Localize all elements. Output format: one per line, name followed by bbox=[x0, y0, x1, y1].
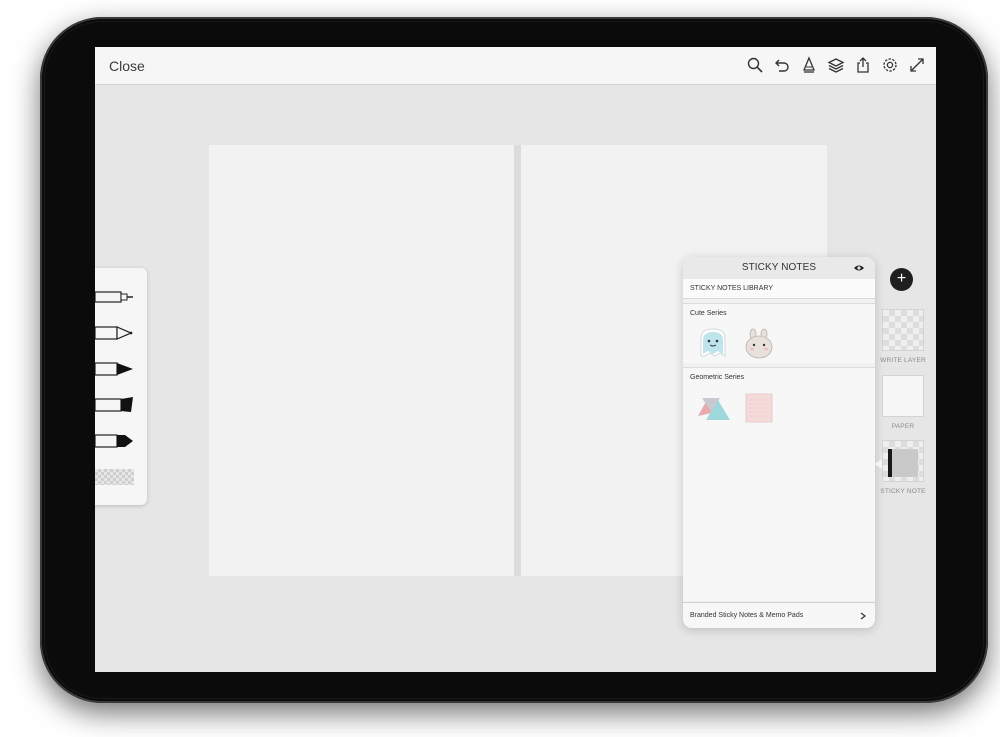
search-icon[interactable] bbox=[746, 56, 764, 74]
settings-icon[interactable] bbox=[881, 56, 899, 74]
layer-sticky-note[interactable] bbox=[882, 440, 924, 482]
marker-pen-icon[interactable] bbox=[95, 395, 135, 415]
branded-sticky-notes-link[interactable]: Branded Sticky Notes & Memo Pads bbox=[683, 602, 875, 628]
expand-icon[interactable] bbox=[908, 56, 926, 74]
cute-series-title: Cute Series bbox=[690, 310, 727, 317]
grid-note-icon[interactable] bbox=[742, 390, 776, 424]
geometric-series-section: Geometric Series bbox=[683, 367, 875, 601]
layer-sticky-note-label: STICKY NOTE bbox=[880, 488, 926, 495]
top-toolbar: Close bbox=[95, 47, 936, 85]
layer-paper[interactable] bbox=[882, 375, 924, 417]
sticky-notes-title: STICKY NOTES bbox=[741, 262, 817, 273]
share-icon[interactable] bbox=[854, 56, 872, 74]
layer-write-label: WRITE LAYER bbox=[880, 357, 926, 364]
sticky-notes-header: STICKY NOTES bbox=[683, 257, 875, 279]
undo-icon[interactable] bbox=[773, 56, 791, 74]
app-screen: Close STICKY NOTES STICKY NOTES LIBRARY … bbox=[95, 47, 936, 672]
close-button[interactable]: Close bbox=[109, 58, 145, 74]
branded-sticky-notes-label: Branded Sticky Notes & Memo Pads bbox=[690, 612, 804, 619]
active-layer-pointer bbox=[875, 459, 882, 469]
ballpoint-pen-icon[interactable] bbox=[95, 323, 135, 343]
geometric-series-title: Geometric Series bbox=[690, 374, 745, 381]
toolbar-icons bbox=[746, 56, 926, 74]
tablet-frame: Close STICKY NOTES STICKY NOTES LIBRARY … bbox=[40, 17, 988, 703]
notebook-spine bbox=[514, 145, 521, 576]
notebook-page-left[interactable] bbox=[209, 145, 514, 576]
cute-series-section: Cute Series bbox=[683, 303, 875, 363]
pen-nib-icon[interactable] bbox=[800, 56, 818, 74]
sticky-notes-panel: STICKY NOTES STICKY NOTES LIBRARY Cute S… bbox=[683, 257, 875, 628]
triangle-notes-icon[interactable] bbox=[696, 390, 730, 424]
layers-icon[interactable] bbox=[827, 56, 845, 74]
pen-tray bbox=[95, 268, 147, 505]
sticky-notes-library-link[interactable]: STICKY NOTES LIBRARY bbox=[683, 279, 875, 299]
eye-icon[interactable] bbox=[853, 262, 865, 274]
sticky-note-preview bbox=[892, 449, 918, 477]
add-layer-button[interactable]: + bbox=[890, 268, 913, 291]
brush-pen-icon[interactable] bbox=[95, 359, 135, 379]
ghost-sticker-icon[interactable] bbox=[696, 326, 730, 360]
layer-paper-label: PAPER bbox=[891, 423, 915, 430]
chevron-right-icon bbox=[860, 612, 866, 620]
fineliner-pen-icon[interactable] bbox=[95, 287, 135, 307]
bunny-sticker-icon[interactable] bbox=[742, 326, 776, 360]
eraser-swatch[interactable] bbox=[95, 469, 134, 485]
layer-write[interactable] bbox=[882, 309, 924, 351]
calligraphy-pen-icon[interactable] bbox=[95, 431, 135, 451]
